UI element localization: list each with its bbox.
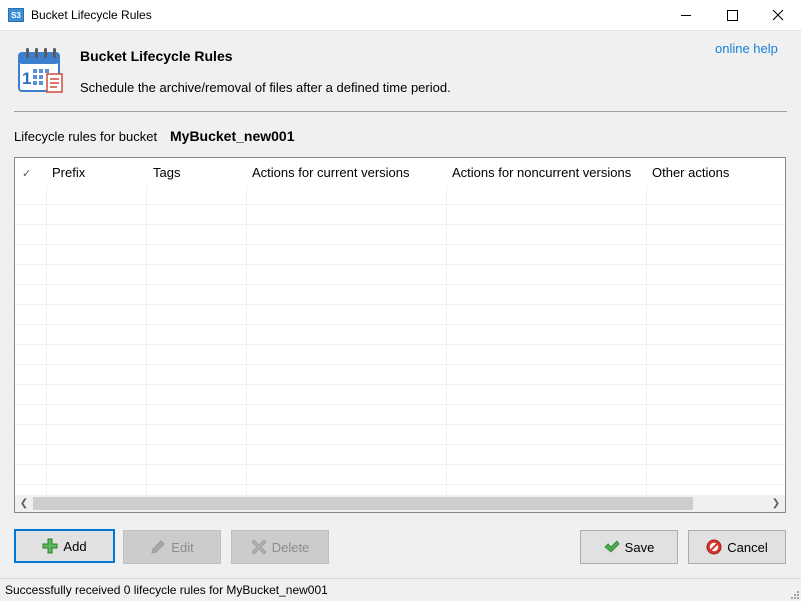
edit-button[interactable]: Edit <box>123 530 221 564</box>
delete-button-label: Delete <box>271 539 310 555</box>
status-text: Successfully received 0 lifecycle rules … <box>5 583 328 597</box>
plus-icon <box>42 538 58 554</box>
header-divider <box>14 111 787 112</box>
save-button-label: Save <box>624 539 655 555</box>
empty-grid-row <box>15 185 785 205</box>
empty-grid-row <box>15 205 785 225</box>
delete-button[interactable]: Delete <box>231 530 329 564</box>
window-title: Bucket Lifecycle Rules <box>31 8 152 22</box>
add-button[interactable]: Add <box>14 529 115 563</box>
scrollbar-thumb[interactable] <box>33 497 693 510</box>
empty-grid-row <box>15 445 785 465</box>
pencil-icon <box>150 539 166 555</box>
scroll-left-icon[interactable]: ❮ <box>16 496 32 511</box>
online-help-link[interactable]: online help <box>715 41 778 56</box>
column-header-prefix[interactable]: Prefix <box>52 165 85 180</box>
close-button[interactable] <box>755 0 801 30</box>
empty-grid-row <box>15 345 785 365</box>
cancel-button[interactable]: Cancel <box>688 530 786 564</box>
column-divider <box>146 158 147 495</box>
calendar-icon: 1 <box>18 48 63 93</box>
cancel-button-label: Cancel <box>727 539 768 555</box>
column-divider <box>246 158 247 495</box>
column-divider <box>46 158 47 495</box>
page-title: Bucket Lifecycle Rules <box>80 48 233 64</box>
empty-grid-row <box>15 465 785 485</box>
empty-grid-row <box>15 245 785 265</box>
page-subtitle: Schedule the archive/removal of files af… <box>80 80 451 95</box>
minimize-button[interactable] <box>663 0 709 30</box>
column-header-other-actions[interactable]: Other actions <box>652 165 729 180</box>
delete-x-icon <box>251 539 267 555</box>
maximize-icon <box>726 9 738 21</box>
empty-grid-row <box>15 405 785 425</box>
empty-grid-row <box>15 285 785 305</box>
svg-text:1: 1 <box>22 69 31 88</box>
close-icon <box>772 9 784 21</box>
edit-button-label: Edit <box>171 539 194 555</box>
empty-grid-row <box>15 325 785 345</box>
checkmark-icon <box>604 539 620 555</box>
column-divider <box>646 158 647 495</box>
empty-grid-row <box>15 385 785 405</box>
cancel-icon <box>706 539 722 555</box>
app-icon: S3 <box>8 8 24 22</box>
maximize-button[interactable] <box>709 0 755 30</box>
column-header-check[interactable]: ✓ <box>22 167 31 180</box>
scroll-right-icon[interactable]: ❯ <box>768 496 784 511</box>
empty-grid-row <box>15 425 785 445</box>
grid-header: ✓ Prefix Tags Actions for current versio… <box>15 158 785 186</box>
column-header-current-actions[interactable]: Actions for current versions <box>252 165 410 180</box>
column-header-tags[interactable]: Tags <box>153 165 180 180</box>
column-header-noncurrent-actions[interactable]: Actions for noncurrent versions <box>452 165 631 180</box>
bucket-label: Lifecycle rules for bucket <box>14 129 158 144</box>
bucket-name: MyBucket_new001 <box>170 128 295 144</box>
lifecycle-rules-grid[interactable]: ✓ Prefix Tags Actions for current versio… <box>14 157 786 513</box>
add-button-label: Add <box>63 538 87 554</box>
empty-grid-row <box>15 225 785 245</box>
title-bar: S3 Bucket Lifecycle Rules <box>0 0 801 31</box>
status-bar: Successfully received 0 lifecycle rules … <box>0 578 801 601</box>
empty-grid-row <box>15 365 785 385</box>
empty-grid-row <box>15 265 785 285</box>
column-divider <box>446 158 447 495</box>
save-button[interactable]: Save <box>580 530 678 564</box>
horizontal-scrollbar[interactable]: ❮ ❯ <box>15 495 785 512</box>
empty-grid-row <box>15 305 785 325</box>
minimize-icon <box>681 14 691 16</box>
resize-grip-icon[interactable] <box>789 589 799 599</box>
